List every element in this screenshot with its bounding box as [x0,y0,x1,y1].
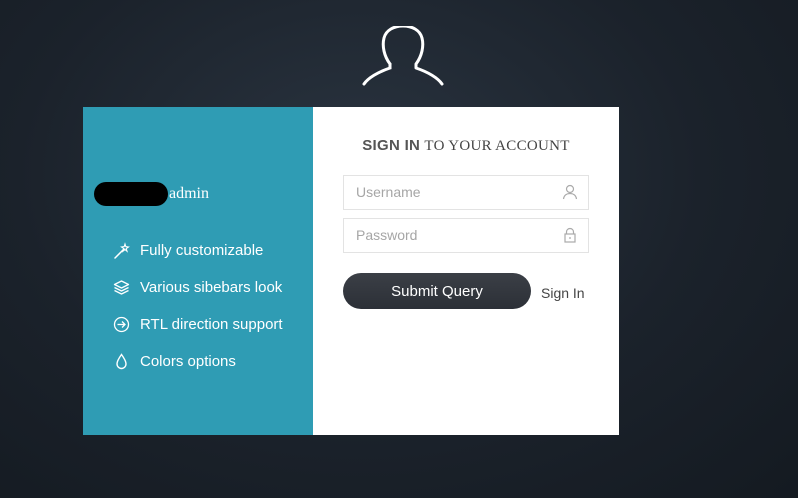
redacted-logo [94,182,168,206]
info-panel: admin Fully customizable Various sibebar… [83,107,313,435]
drop-icon [116,353,127,370]
title-strong: SIGN IN [362,137,421,154]
user-outline-icon [562,184,578,200]
layers-icon [113,280,130,295]
magic-wand-icon [114,242,130,259]
feature-list: Fully customizable Various sibebars look… [113,238,303,386]
feature-label: Colors options [140,353,236,370]
feature-label: Various sibebars look [140,279,283,296]
lock-icon [564,227,576,243]
login-card: admin Fully customizable Various sibebar… [83,107,619,435]
feature-item: RTL direction support [113,312,303,337]
brand: admin [94,182,209,206]
username-field [343,175,589,210]
signin-link[interactable]: Sign In [541,285,585,301]
feature-label: Fully customizable [140,242,264,259]
feature-label: RTL direction support [140,316,283,333]
user-icon [362,26,444,86]
feature-item: Colors options [113,349,303,374]
circle-arrow-right-icon [113,316,130,333]
signin-title: SIGN IN TO YOUR ACCOUNT [313,137,619,155]
username-input[interactable] [344,176,556,207]
brand-text: admin [169,185,209,202]
title-rest: TO YOUR ACCOUNT [424,138,570,154]
submit-button[interactable]: Submit Query [343,273,531,309]
password-input[interactable] [344,219,556,250]
signin-panel: SIGN IN TO YOUR ACCOUNT Submit Query Sig… [313,107,619,435]
password-field [343,218,589,253]
feature-item: Various sibebars look [113,275,303,300]
feature-item: Fully customizable [113,238,303,263]
